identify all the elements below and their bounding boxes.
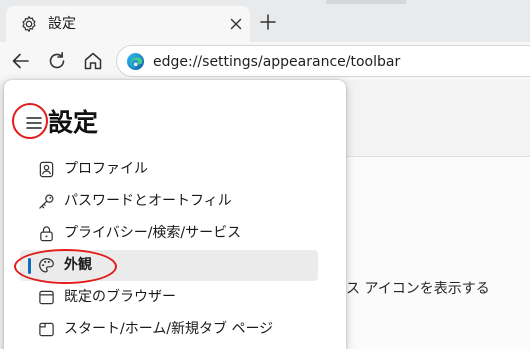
- plus-icon[interactable]: [258, 12, 278, 32]
- page-title: 設定: [48, 108, 99, 137]
- gear-icon: [22, 16, 36, 32]
- refresh-icon[interactable]: [46, 50, 68, 72]
- sidebar-item-default-browser[interactable]: 既定のブラウザー: [20, 282, 318, 313]
- toolbar-setting-label: ス アイコンを表示する: [346, 281, 490, 297]
- sidebar-item-profile[interactable]: プロファイル: [20, 154, 318, 185]
- lock-icon: [40, 226, 53, 242]
- sidebar-item-start-page[interactable]: スタート/ホーム/新規タブ ページ: [20, 314, 318, 345]
- hamburger-menu-icon[interactable]: [24, 113, 44, 133]
- active-indicator: [28, 258, 31, 274]
- sidebar-item-label: プロファイル: [64, 161, 148, 177]
- browser-toolbar: edge://settings/appearance/toolbar: [0, 42, 530, 80]
- back-arrow-icon[interactable]: [10, 50, 32, 72]
- tab-title: 設定: [48, 16, 76, 32]
- palette-icon: [39, 258, 54, 273]
- browser-window-icon: [39, 290, 54, 305]
- sidebar-item-passwords[interactable]: パスワードとオートフィル: [20, 186, 318, 217]
- sidebar-item-label: 外観: [64, 257, 92, 273]
- address-bar[interactable]: edge://settings/appearance/toolbar: [116, 45, 530, 77]
- settings-card: [345, 157, 530, 349]
- close-icon[interactable]: [228, 16, 244, 32]
- url-text: edge://settings/appearance/toolbar: [153, 54, 401, 70]
- key-icon: [39, 194, 54, 209]
- sidebar-item-privacy[interactable]: プライバシー/検索/サービス: [20, 218, 318, 249]
- edge-logo-icon: [126, 52, 145, 71]
- sidebar-item-label: パスワードとオートフィル: [64, 193, 232, 209]
- sidebar-item-label: スタート/ホーム/新規タブ ページ: [64, 321, 274, 337]
- settings-nav-flyout: 設定 プロファイル パスワードとオートフィル プライバシー/検索/サービス 外観…: [4, 80, 346, 349]
- tab-strip: 設定: [0, 0, 530, 42]
- home-icon[interactable]: [82, 50, 104, 72]
- tab-settings[interactable]: 設定: [6, 6, 250, 42]
- sidebar-item-label: 既定のブラウザー: [64, 289, 176, 305]
- start-page-icon: [39, 322, 54, 337]
- sidebar-item-appearance[interactable]: 外観: [20, 250, 318, 281]
- profile-icon: [39, 161, 54, 178]
- sidebar-item-label: プライバシー/検索/サービス: [64, 225, 242, 241]
- tab-strip-decoration: [326, 0, 406, 4]
